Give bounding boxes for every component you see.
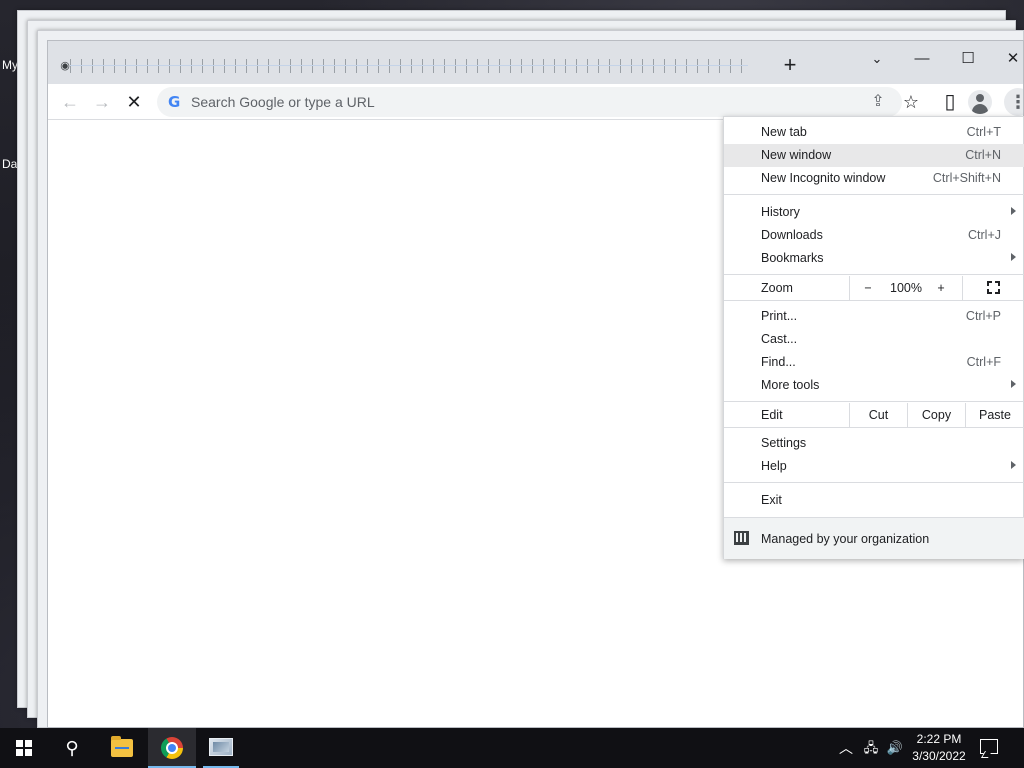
menu-item-new-tab[interactable]: New tab Ctrl+T: [724, 121, 1024, 144]
back-button[interactable]: ←: [56, 88, 84, 116]
menu-item-shortcut: Ctrl+T: [966, 125, 1001, 139]
menu-item-cast[interactable]: Cast...: [724, 328, 1024, 351]
zoom-out-button[interactable]: −: [850, 276, 886, 300]
menu-item-label: Settings: [761, 436, 807, 450]
paste-button[interactable]: Paste: [966, 403, 1024, 427]
zoom-in-button[interactable]: +: [926, 276, 956, 300]
menu-item-label: Bookmarks: [761, 251, 824, 265]
new-tab-button[interactable]: +: [778, 54, 802, 78]
menu-item-bookmarks[interactable]: Bookmarks: [724, 247, 1024, 270]
menu-item-downloads[interactable]: Downloads Ctrl+J: [724, 224, 1024, 247]
address-bar-placeholder[interactable]: Search Google or type a URL: [191, 94, 375, 110]
close-window-button[interactable]: ✕: [990, 45, 1023, 73]
menu-item-label: History: [761, 205, 800, 219]
address-bar[interactable]: G Search Google or type a URL ⇪: [157, 87, 902, 117]
show-hidden-icons-chevron-icon[interactable]: ︿: [836, 728, 856, 768]
menu-item-label: Print...: [761, 309, 798, 323]
copy-button[interactable]: Copy: [908, 403, 965, 427]
managed-by-organization-item[interactable]: Managed by your organization: [724, 518, 1024, 559]
start-button[interactable]: [0, 728, 48, 768]
menu-item-shortcut: Ctrl+Shift+N: [932, 171, 1001, 185]
desktop-icon-label[interactable]: My: [2, 58, 18, 72]
forward-button[interactable]: →: [88, 88, 116, 116]
taskbar-file-explorer[interactable]: [98, 728, 146, 768]
menu-item-exit[interactable]: Exit: [724, 489, 1024, 512]
menu-item-history[interactable]: History: [724, 201, 1024, 224]
windows-logo-icon: [16, 740, 32, 756]
action-center-icon[interactable]: [980, 739, 998, 754]
stop-loading-button[interactable]: ✕: [120, 88, 148, 116]
submenu-arrow-icon: [1011, 253, 1016, 261]
maximize-button[interactable]: ☐: [945, 45, 991, 73]
menu-separator: [724, 194, 1024, 195]
network-icon[interactable]: 🖧: [860, 728, 882, 768]
menu-item-label: Cast...: [761, 332, 798, 346]
menu-item-help[interactable]: Help: [724, 455, 1024, 478]
file-explorer-icon: [111, 736, 133, 757]
menu-item-shortcut: Ctrl+F: [966, 355, 1001, 369]
menu-item-label: New Incognito window: [761, 171, 886, 185]
tab-search-chevron-icon[interactable]: ⌄: [854, 45, 900, 73]
chrome-menu-button[interactable]: ⋮: [1004, 88, 1023, 116]
menu-item-label: New tab: [761, 125, 807, 139]
managed-label: Managed by your organization: [761, 532, 930, 546]
search-icon: ⚲: [65, 738, 79, 758]
menu-item-settings[interactable]: Settings: [724, 432, 1024, 455]
building-icon: [734, 531, 749, 545]
menu-item-label: Exit: [761, 493, 782, 507]
menu-item-new-window[interactable]: New window Ctrl+N: [724, 144, 1024, 167]
profile-avatar-icon[interactable]: [968, 90, 992, 114]
menu-separator: [724, 482, 1024, 483]
chrome-icon: [161, 737, 183, 759]
taskbar-remote-desktop[interactable]: [197, 728, 245, 768]
menu-item-label: Downloads: [761, 228, 823, 242]
menu-item-label: More tools: [761, 378, 820, 392]
menu-item-label: Help: [761, 459, 787, 473]
desktop-icon-label[interactable]: Da: [2, 157, 17, 171]
fullscreen-icon[interactable]: [987, 281, 1000, 294]
minimize-button[interactable]: —: [899, 45, 945, 73]
menu-separator: [724, 427, 1024, 428]
clock-date: 3/30/2022: [912, 749, 966, 763]
menu-item-shortcut: Ctrl+N: [965, 148, 1001, 162]
browser-toolbar: ← → ✕ G Search Google or type a URL ⇪ ☆ …: [48, 84, 1023, 120]
menu-row-zoom: Zoom − 100% +: [724, 276, 1024, 300]
submenu-arrow-icon: [1011, 380, 1016, 388]
tab-list[interactable]: [70, 54, 748, 78]
tab-strip: ◉ + ⌄ — ☐ ✕: [48, 41, 1023, 84]
share-icon[interactable]: ⇪: [867, 91, 889, 113]
menu-item-shortcut: Ctrl+P: [965, 309, 1001, 323]
menu-item-shortcut: Ctrl+J: [968, 228, 1001, 242]
menu-item-print[interactable]: Print... Ctrl+P: [724, 305, 1024, 328]
cell-divider: [962, 276, 963, 300]
chrome-app-menu: New tab Ctrl+T New window Ctrl+N New Inc…: [723, 116, 1024, 559]
google-g-icon: G: [168, 93, 181, 111]
menu-item-more-tools[interactable]: More tools: [724, 374, 1024, 397]
submenu-arrow-icon: [1011, 461, 1016, 469]
zoom-level-value: 100%: [890, 281, 922, 295]
taskbar-search-button[interactable]: ⚲: [48, 728, 96, 768]
menu-separator: [724, 300, 1024, 301]
menu-row-edit: Edit Cut Copy Paste: [724, 403, 1024, 427]
clock-time: 2:22 PM: [916, 732, 962, 746]
menu-item-find[interactable]: Find... Ctrl+F: [724, 351, 1024, 374]
zoom-label: Zoom: [761, 281, 793, 295]
menu-separator: [724, 274, 1024, 275]
remote-desktop-icon: [209, 738, 233, 756]
menu-item-label: New window: [761, 148, 832, 162]
taskbar-chrome[interactable]: [148, 728, 196, 768]
windows-taskbar: ⚲ ︿ 🖧 🔊 2:22 PM 3/30/2022: [0, 728, 1024, 768]
edit-label: Edit: [761, 408, 783, 422]
submenu-arrow-icon: [1011, 207, 1016, 215]
menu-item-label: Find...: [761, 355, 796, 369]
side-panel-icon[interactable]: ▯: [936, 88, 964, 116]
cut-button[interactable]: Cut: [850, 403, 907, 427]
bookmark-star-icon[interactable]: ☆: [897, 88, 925, 116]
menu-item-new-incognito-window[interactable]: New Incognito window Ctrl+Shift+N: [724, 167, 1024, 190]
system-clock[interactable]: 2:22 PM 3/30/2022: [902, 731, 976, 765]
menu-separator: [724, 401, 1024, 402]
